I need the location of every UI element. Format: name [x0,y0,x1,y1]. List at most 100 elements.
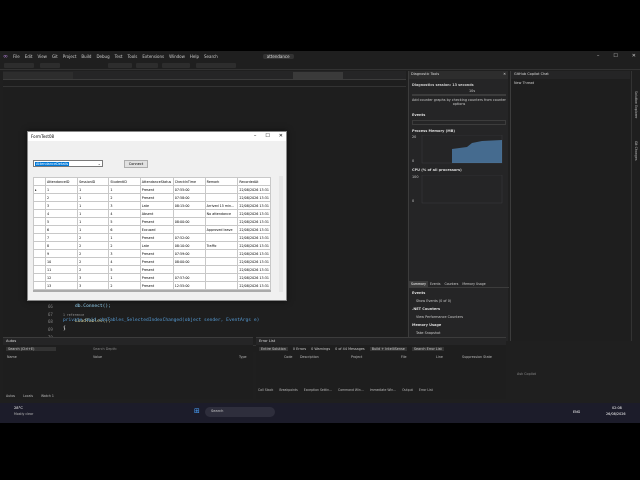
grid-cell[interactable] [204,193,239,202]
view-perf-counters-link[interactable]: View Performance Counters [416,315,463,319]
grid-cell[interactable]: 2 [108,281,141,290]
column-header[interactable]: AttendanceStatus [139,177,174,186]
grid-cell[interactable]: 22/08/2026 13:31 [237,273,271,282]
grid-cell[interactable]: 10 [44,257,79,266]
clock-date[interactable]: 26/08/2026 [606,412,626,416]
grid-cell[interactable]: 07:57:00 [172,273,206,282]
tab-output[interactable]: Output [402,388,413,392]
grid-cell[interactable]: 3 [108,201,141,210]
grid-cell[interactable]: 22/08/2026 13:31 [237,249,271,258]
grid-cell[interactable]: 1 [44,185,79,194]
column-header[interactable]: File [401,355,407,359]
clock-time[interactable]: 02:08 [612,406,622,410]
grid-cell[interactable]: 1 [77,209,110,218]
tab-watch[interactable]: Watch 1 [41,394,54,398]
menu-item[interactable]: View [37,54,47,59]
grid-row[interactable]: 5 1 5 Present 08:00:00 22/08/2026 13:31 [33,217,271,226]
close-icon[interactable]: ✕ [632,53,636,59]
grid-cell[interactable]: Excused [139,225,174,234]
errors-filter[interactable]: 0 Errors [293,347,306,351]
row-header[interactable] [33,217,46,226]
grid-row[interactable]: 2 1 2 Present 07:58:00 22/08/2026 13:31 [33,193,271,202]
grid-row[interactable]: 7 2 1 Present 07:52:00 22/08/2026 13:31 [33,233,271,242]
minimize-icon[interactable]: – [597,53,600,59]
column-header[interactable]: Remark [204,177,239,186]
grid-cell[interactable]: 2 [77,249,110,258]
data-grid[interactable]: AttendanceID SessionID StudentID Attenda… [33,177,271,292]
column-header[interactable]: StudentID [108,177,141,186]
row-header[interactable] [33,193,46,202]
tab-locals[interactable]: Locals [23,394,33,398]
grid-cell[interactable]: Present [139,257,174,266]
grid-cell[interactable] [204,185,239,194]
timeline-bar[interactable] [412,94,506,96]
grid-cell[interactable]: Traffic [204,241,239,250]
grid-cell[interactable]: 07:55:00 [172,185,206,194]
grid-cell[interactable]: 2 [108,241,141,250]
debug-toolbar[interactable] [196,63,236,68]
grid-cell[interactable]: Late [139,201,174,210]
grid-cell[interactable] [172,225,206,234]
grid-row[interactable]: 4 1 4 Absent No attendance 22/08/2026 13:31 [33,209,271,218]
cpu-header[interactable]: CPU (% of all processors) [412,168,462,172]
form-window[interactable]: FormTest08 – ☐ ✕ AttendanceDetails ⌄ Con… [27,131,287,301]
minimize-icon[interactable]: – [254,133,257,139]
grid-cell[interactable]: 5 [108,265,141,274]
grid-row[interactable]: 3 1 3 Late 08:15:00 Arrived 15 min... 22/08/20… [33,201,271,210]
column-header[interactable]: Suppression State [462,355,492,359]
tab-command-window[interactable]: Command Win... [338,388,364,392]
windows-start-icon[interactable]: ⊞ [194,407,200,415]
row-header[interactable] [33,177,46,186]
tab-summary[interactable]: Summary [409,281,428,287]
row-header[interactable] [33,249,46,258]
row-header[interactable] [33,225,46,234]
column-header[interactable]: Type [239,355,247,359]
grid-cell[interactable]: 7 [44,233,79,242]
grid-cell[interactable]: Arrived 15 min... [204,201,239,210]
grid-cell[interactable]: Present [139,193,174,202]
grid-cell[interactable]: Late [139,241,174,250]
input-language[interactable]: ENG [573,410,580,414]
grid-cell[interactable]: 2 [77,241,110,250]
row-header[interactable] [33,209,46,218]
column-header[interactable]: SessionID [77,177,110,186]
grid-cell[interactable]: 3 [108,249,141,258]
grid-row[interactable]: 13 3 2 Present 12:55:00 22/08/2026 13:31 [33,281,271,290]
weather-temp[interactable]: 28°C [14,406,23,410]
chevron-down-icon[interactable]: ⌄ [98,161,101,166]
grid-cell[interactable]: 6 [44,225,79,234]
grid-row[interactable]: 11 2 5 Present 22/08/2026 13:31 [33,265,271,274]
tab-error-list[interactable]: Error List [419,388,433,392]
grid-row[interactable]: 12 3 1 Present 07:57:00 22/08/2026 13:31 [33,273,271,282]
grid-cell[interactable]: 08:15:00 [172,201,206,210]
tables-combobox[interactable]: AttendanceDetails ⌄ [33,160,103,167]
row-header[interactable]: ▸ [33,185,46,194]
events-header[interactable]: Events [412,113,425,117]
menu-item[interactable]: Tools [128,54,138,59]
continue-button[interactable] [162,63,190,68]
grid-cell[interactable]: 08:00:00 [172,257,206,266]
grid-cell[interactable] [204,217,239,226]
grid-cell[interactable]: 12:55:00 [172,281,206,290]
autos-search-input[interactable]: Search (Ctrl+E) [6,347,56,351]
grid-cell[interactable]: 08:10:00 [172,241,206,250]
column-header[interactable]: RecordedAt [237,177,271,186]
column-header[interactable]: Name [7,355,17,359]
grid-cell[interactable]: 2 [108,193,141,202]
close-icon[interactable]: ✕ [503,72,506,78]
grid-cell[interactable]: 22/08/2026 13:31 [237,185,271,194]
column-header[interactable]: Description [300,355,319,359]
grid-cell[interactable]: 1 [77,193,110,202]
grid-cell[interactable]: 4 [108,209,141,218]
tab-memory-usage[interactable]: Memory Usage [460,281,487,287]
grid-cell[interactable]: 5 [44,217,79,226]
grid-cell[interactable]: 22/08/2026 13:31 [237,217,271,226]
tab-immediate-window[interactable]: Immediate Win... [370,388,396,392]
grid-cell[interactable]: Present [139,273,174,282]
tab-events[interactable]: Events [428,281,442,287]
grid-cell[interactable]: 4 [108,257,141,266]
grid-cell[interactable]: 1 [108,233,141,242]
platform-dropdown[interactable] [136,63,158,68]
solution-explorer-tab[interactable]: Solution Explorer [634,91,638,118]
grid-cell[interactable]: 1 [77,225,110,234]
